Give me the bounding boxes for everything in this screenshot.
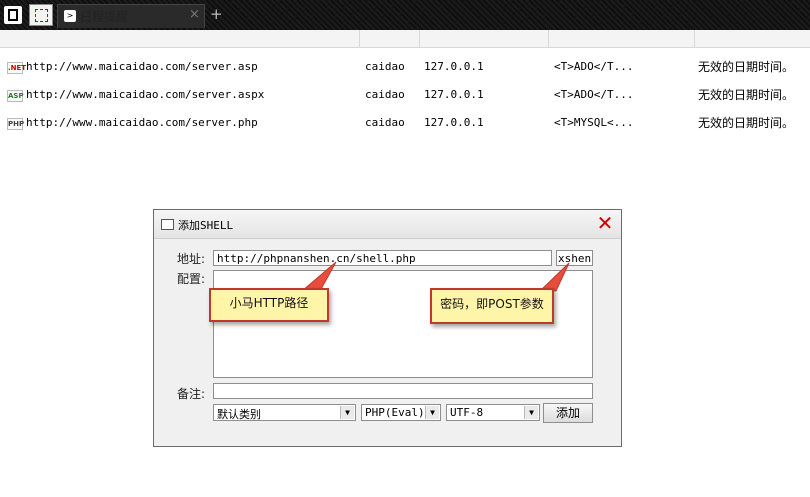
password-callout: 密码，即POST参数 [430, 288, 554, 324]
password-callout-arrow [538, 262, 570, 292]
path-callout-arrow [300, 261, 337, 292]
annotation-arrows [300, 261, 570, 292]
path-callout: 小马HTTP路径 [209, 288, 329, 322]
